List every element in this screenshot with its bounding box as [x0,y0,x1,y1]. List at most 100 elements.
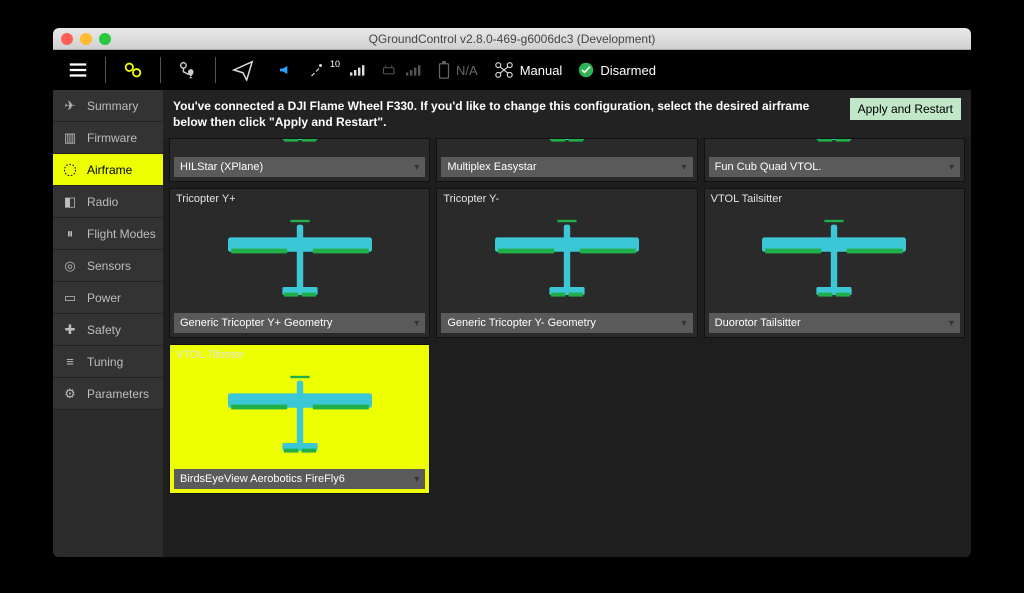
sidebar-item-flightmodes[interactable]: ⏸ Flight Modes [53,218,163,250]
sidebar-item-summary[interactable]: ✈ Summary [53,90,163,122]
arm-label: Disarmed [600,63,656,78]
sidebar-item-radio[interactable]: ◧ Radio [53,186,163,218]
sidebar-item-label: Firmware [87,131,137,145]
airframe-select[interactable]: Generic Tricopter Y- Geometry▾ [441,313,692,333]
sidebar-item-parameters[interactable]: ⚙ Parameters [53,378,163,410]
satellite-icon [310,62,328,78]
airframe-select-label: Multiplex Easystar [447,161,536,173]
window-title: QGroundControl v2.8.0-469-g6006dc3 (Deve… [53,32,971,46]
maximize-icon[interactable] [99,33,111,45]
signal-bars-dim-icon [406,64,422,76]
close-icon[interactable] [61,33,73,45]
battery-icon: ▭ [61,289,79,307]
chevron-down-icon: ▾ [414,318,419,329]
paper-plane-icon: ✈ [61,97,79,115]
airframe-select[interactable]: Duorotor Tailsitter▾ [709,313,960,333]
waypoint-icon [177,59,199,81]
setup-button[interactable] [114,53,152,87]
app-window: QGroundControl v2.8.0-469-g6006dc3 (Deve… [53,28,971,557]
sidebar-item-label: Radio [87,195,118,209]
airframe-image [705,139,964,153]
megaphone-icon [278,62,294,78]
airframe-select-label: Generic Tricopter Y+ Geometry [180,317,332,329]
mode-status[interactable]: Manual [494,61,563,79]
sidebar-item-label: Flight Modes [87,227,156,241]
airframe-select-label: Generic Tricopter Y- Geometry [447,317,596,329]
drone-icon [494,61,514,79]
window-controls [61,33,111,45]
chevron-down-icon: ▾ [682,162,687,173]
sidebar-item-label: Power [87,291,121,305]
gears-icon [122,59,144,81]
paper-plane-icon [232,59,254,81]
airframe-image [170,139,429,153]
airframe-image [170,365,429,465]
radio-icon: ◧ [61,193,79,211]
titlebar: QGroundControl v2.8.0-469-g6006dc3 (Deve… [53,28,971,50]
sliders-icon: ≡ [61,353,79,371]
fly-button[interactable] [224,53,262,87]
sidebar-item-label: Tuning [87,355,123,369]
airframe-card[interactable]: Tricopter Y- Generic Tricopter Y- Geomet… [436,188,697,338]
header-message: You've connected a DJI Flame Wheel F330.… [173,98,840,130]
airframe-card[interactable]: Multiplex Easystar ▾ [436,138,697,182]
airframe-image [437,139,696,153]
chevron-down-icon: ▾ [949,318,954,329]
plan-button[interactable] [169,53,207,87]
status-bar: 10 N/A [278,61,656,79]
medkit-icon: ✚ [61,321,79,339]
gears-small-icon: ⚙ [61,385,79,403]
airframe-card-title: Tricopter Y- [437,189,696,209]
menu-button[interactable] [59,53,97,87]
sidebar: ✈ Summary ▥ Firmware Airframe ◧ Radio ⏸ … [53,90,163,557]
airframe-image [705,209,964,309]
chip-icon: ▥ [61,129,79,147]
sidebar-item-airframe[interactable]: Airframe [53,154,163,186]
airframe-select[interactable]: HILStar (XPlane)▾ [174,157,425,177]
sidebar-item-safety[interactable]: ✚ Safety [53,314,163,346]
airframe-image [170,209,429,309]
battery-label: N/A [456,63,478,78]
airframe-select[interactable]: Generic Tricopter Y+ Geometry ▾ [174,313,425,333]
airframe-card[interactable]: VTOL Tailsitter Duorotor Tailsitter▾ [704,188,965,338]
sat-status: 10 [310,62,366,78]
airframe-image [437,209,696,309]
mode-label: Manual [520,63,563,78]
sidebar-item-firmware[interactable]: ▥ Firmware [53,122,163,154]
main-panel: You've connected a DJI Flame Wheel F330.… [163,90,971,557]
toolbar: 10 N/A [53,50,971,90]
airframe-card-title: VTOL Tailsitter [705,189,964,209]
battery-status: N/A [438,61,478,79]
announce-button[interactable] [278,62,294,78]
chevron-down-icon: ▾ [414,162,419,173]
airframe-card-title: Tricopter Y+ [170,189,429,209]
rc-status [382,63,422,77]
airframe-select[interactable]: Multiplex Easystar ▾ [441,157,692,177]
sidebar-item-sensors[interactable]: ◎ Sensors [53,250,163,282]
airframe-card-title: VTOL Tiltrotor [170,345,429,365]
hamburger-icon [67,59,89,81]
sidebar-item-label: Sensors [87,259,131,273]
sidebar-item-label: Safety [87,323,121,337]
sensor-icon: ◎ [61,257,79,275]
airframe-select-label: BirdsEyeView Aerobotics FireFly6 [180,473,345,485]
rc-icon [382,63,400,77]
sidebar-item-label: Summary [87,99,138,113]
signal-bars-icon [350,64,366,76]
sidebar-item-label: Parameters [87,387,149,401]
apply-restart-button[interactable]: Apply and Restart [850,98,961,120]
airframe-card[interactable]: Tricopter Y+ Generic Tricopter Y+ Geomet… [169,188,430,338]
minimize-icon[interactable] [80,33,92,45]
airframe-icon [61,161,79,179]
sidebar-item-power[interactable]: ▭ Power [53,282,163,314]
arm-status[interactable]: Disarmed [578,62,656,78]
airframe-select[interactable]: Fun Cub Quad VTOL.▾ [709,157,960,177]
sidebar-item-tuning[interactable]: ≡ Tuning [53,346,163,378]
battery-icon [438,61,450,79]
airframe-card[interactable]: VTOL Tiltrotor BirdsEyeView Aerobotics F… [169,344,430,494]
header-strip: You've connected a DJI Flame Wheel F330.… [163,90,971,138]
airframe-card[interactable]: Fun Cub Quad VTOL.▾ [704,138,965,182]
airframe-select[interactable]: BirdsEyeView Aerobotics FireFly6▾ [174,469,425,489]
airframe-card[interactable]: HILStar (XPlane)▾ [169,138,430,182]
airframe-select-label: Fun Cub Quad VTOL. [715,161,822,173]
